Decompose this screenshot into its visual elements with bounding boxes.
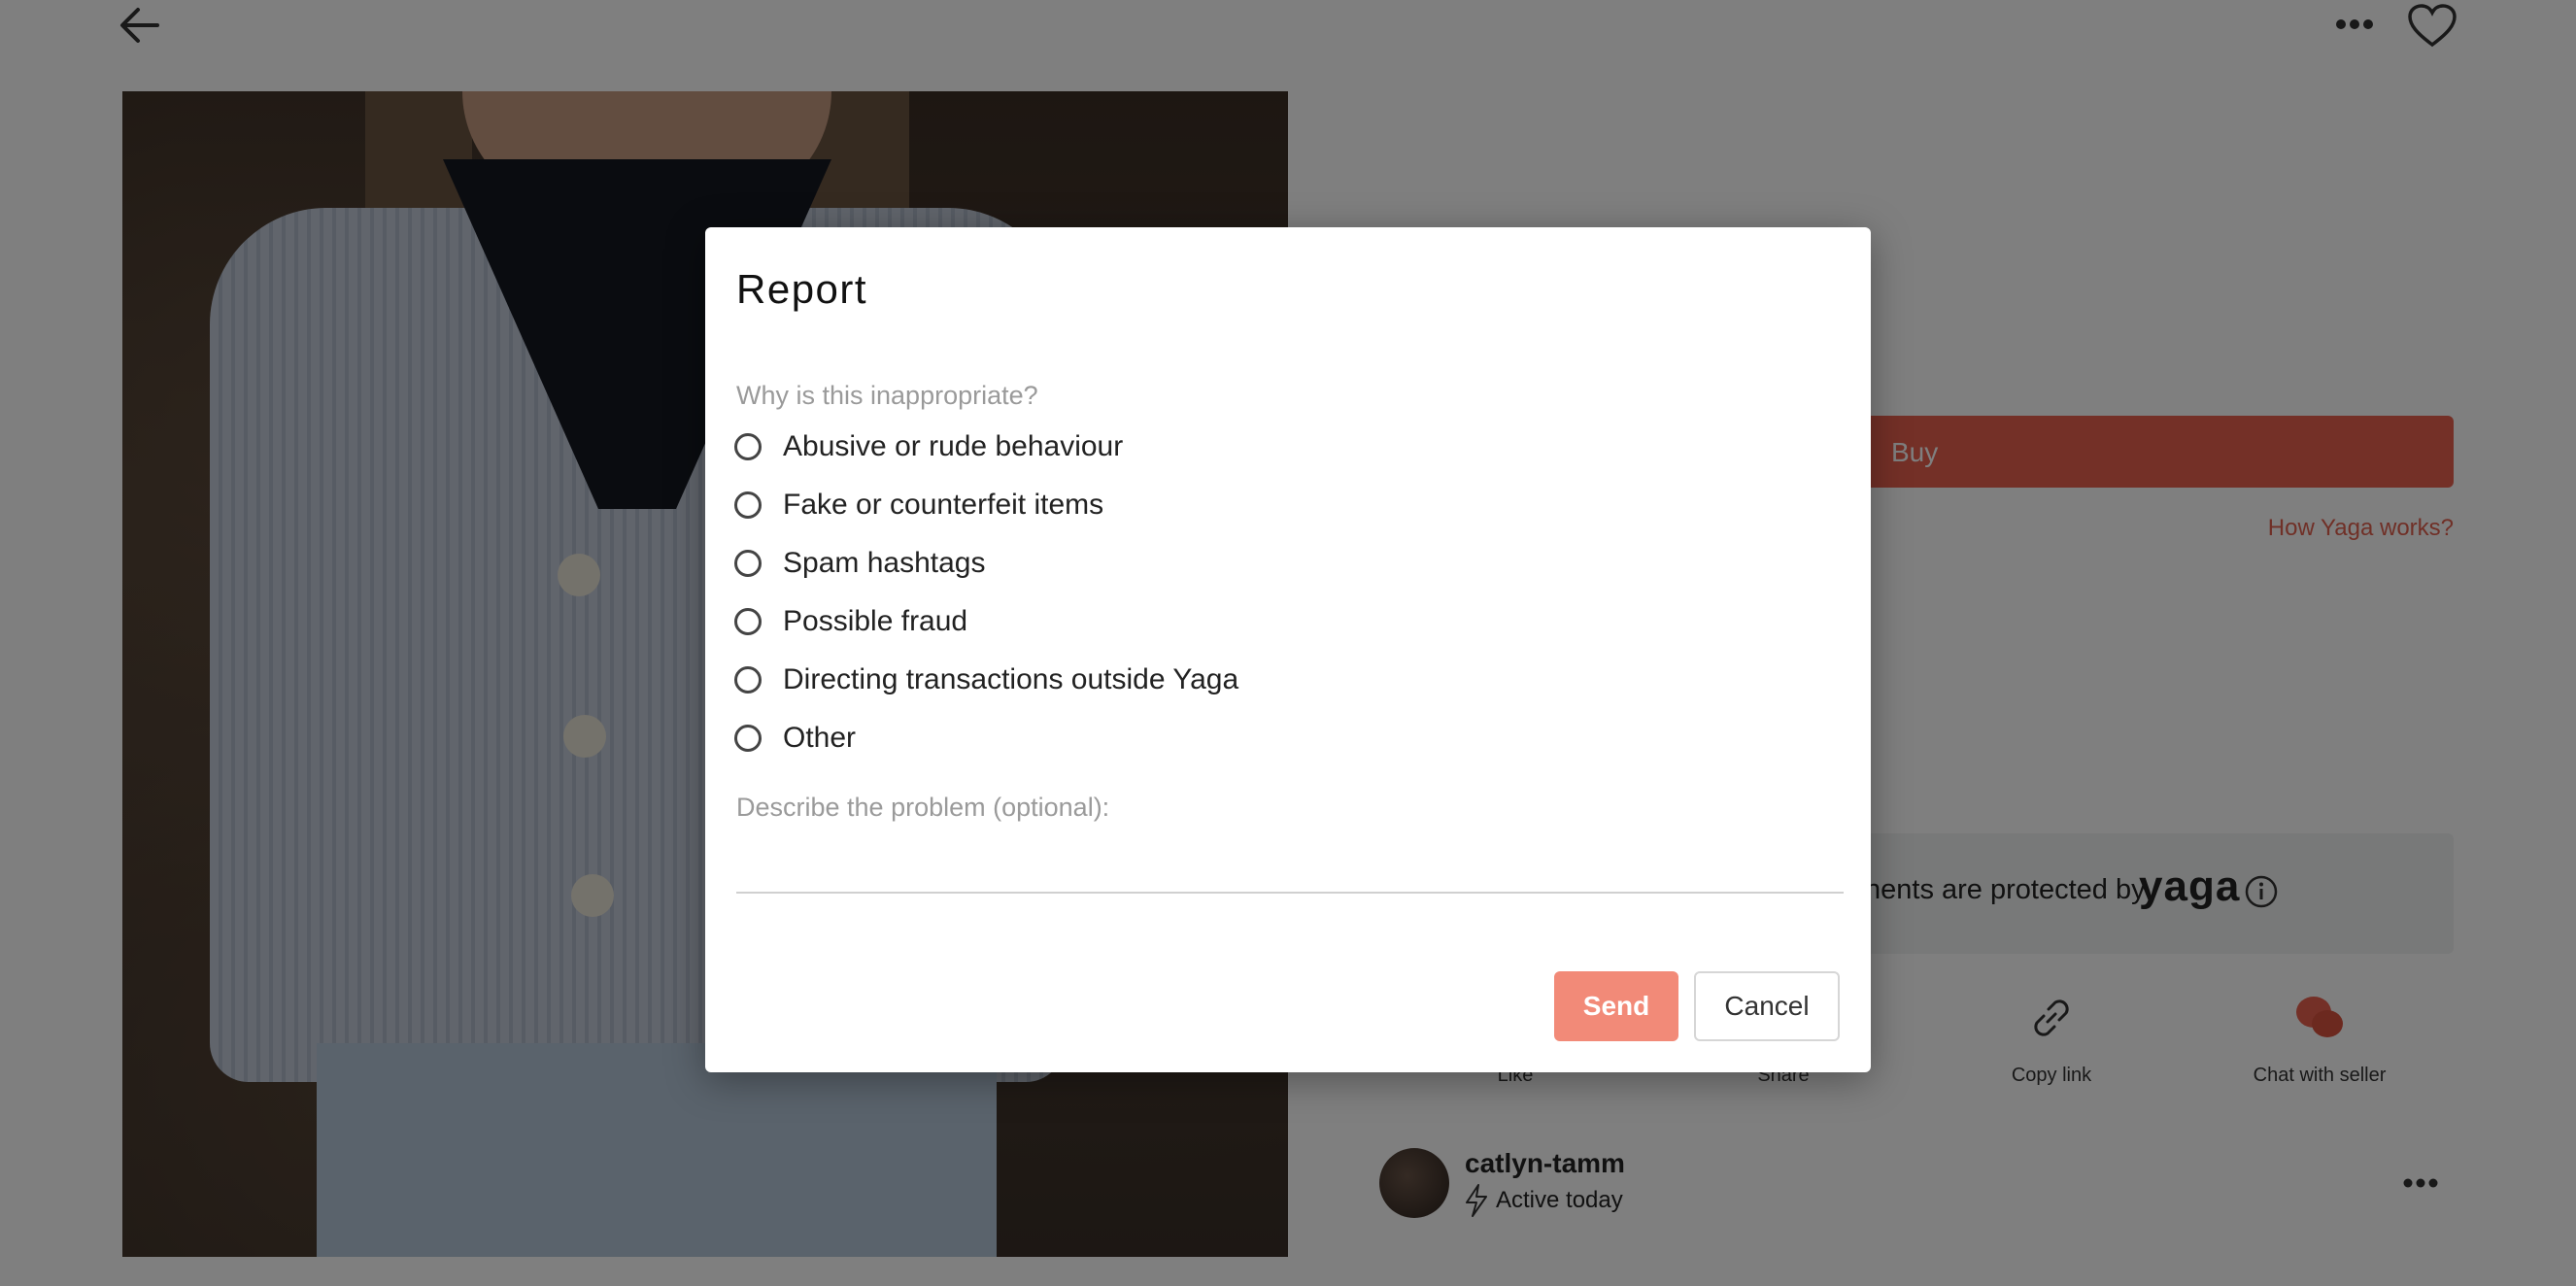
reason-possible-fraud[interactable]: Possible fraud [734, 592, 1238, 651]
reason-label: Other [783, 722, 857, 754]
radio-button[interactable] [734, 550, 762, 577]
reason-spam-hashtags[interactable]: Spam hashtags [734, 534, 1238, 592]
radio-button[interactable] [734, 433, 762, 460]
reason-label: Possible fraud [783, 605, 968, 637]
reason-counterfeit[interactable]: Fake or counterfeit items [734, 476, 1238, 534]
reason-other[interactable]: Other [734, 709, 1238, 767]
reason-label: Spam hashtags [783, 547, 986, 579]
report-question: Why is this inappropriate? [736, 381, 1038, 410]
reason-label: Directing transactions outside Yaga [783, 663, 1239, 695]
radio-button[interactable] [734, 608, 762, 635]
radio-button[interactable] [734, 666, 762, 694]
send-button[interactable]: Send [1554, 971, 1678, 1041]
reason-label: Fake or counterfeit items [783, 489, 1104, 521]
report-reason-list: Abusive or rude behaviour Fake or counte… [734, 418, 1238, 767]
reason-label: Abusive or rude behaviour [783, 430, 1124, 462]
cancel-button[interactable]: Cancel [1694, 971, 1840, 1041]
radio-button[interactable] [734, 491, 762, 519]
radio-button[interactable] [734, 725, 762, 752]
report-dialog: Report Why is this inappropriate? Abusiv… [705, 227, 1871, 1072]
describe-label: Describe the problem (optional): [736, 793, 1110, 822]
describe-problem-input[interactable] [736, 839, 1844, 894]
reason-abusive[interactable]: Abusive or rude behaviour [734, 418, 1238, 476]
dialog-title: Report [736, 266, 868, 312]
reason-outside-transactions[interactable]: Directing transactions outside Yaga [734, 651, 1238, 709]
